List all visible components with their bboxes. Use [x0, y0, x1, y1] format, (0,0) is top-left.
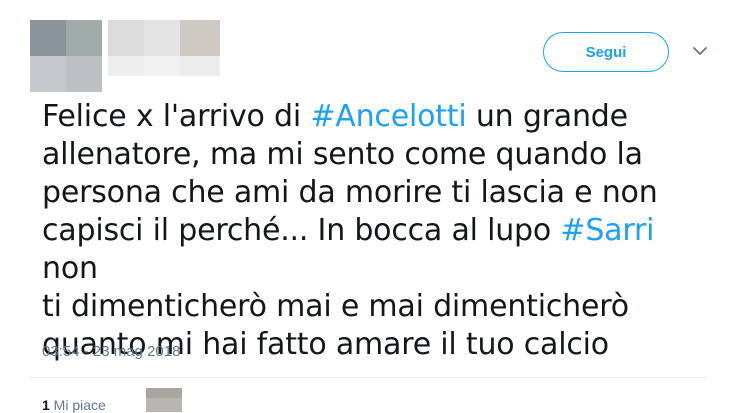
- hashtag-link[interactable]: #Sarri: [560, 213, 654, 248]
- tweet-text: Felice x l'arrivo di #Ancelotti un grand…: [42, 98, 702, 364]
- liker-avatar[interactable]: [146, 388, 182, 412]
- tweet-line: allenatore, ma mi sento come quando la: [42, 137, 643, 172]
- tweet-line: Felice x l'arrivo di #Ancelotti un grand…: [42, 99, 628, 134]
- avatar[interactable]: [30, 20, 102, 92]
- timestamp[interactable]: 03:54 - 23 mag 2018: [42, 343, 180, 360]
- tweet-line: ti dimenticherò mai e mai dimenticherò: [42, 289, 629, 324]
- user-name[interactable]: [108, 20, 220, 76]
- tweet-line: capisci il perché... In bocca al lupo #S…: [42, 213, 655, 286]
- hashtag-link[interactable]: #Ancelotti: [310, 99, 466, 134]
- tweet-line: persona che ami da morire ti lascia e no…: [42, 175, 658, 210]
- likes-count[interactable]: 1 Mi piace: [42, 397, 106, 413]
- follow-button[interactable]: Segui: [543, 32, 669, 72]
- chevron-down-icon[interactable]: [691, 42, 709, 60]
- divider: [30, 377, 706, 378]
